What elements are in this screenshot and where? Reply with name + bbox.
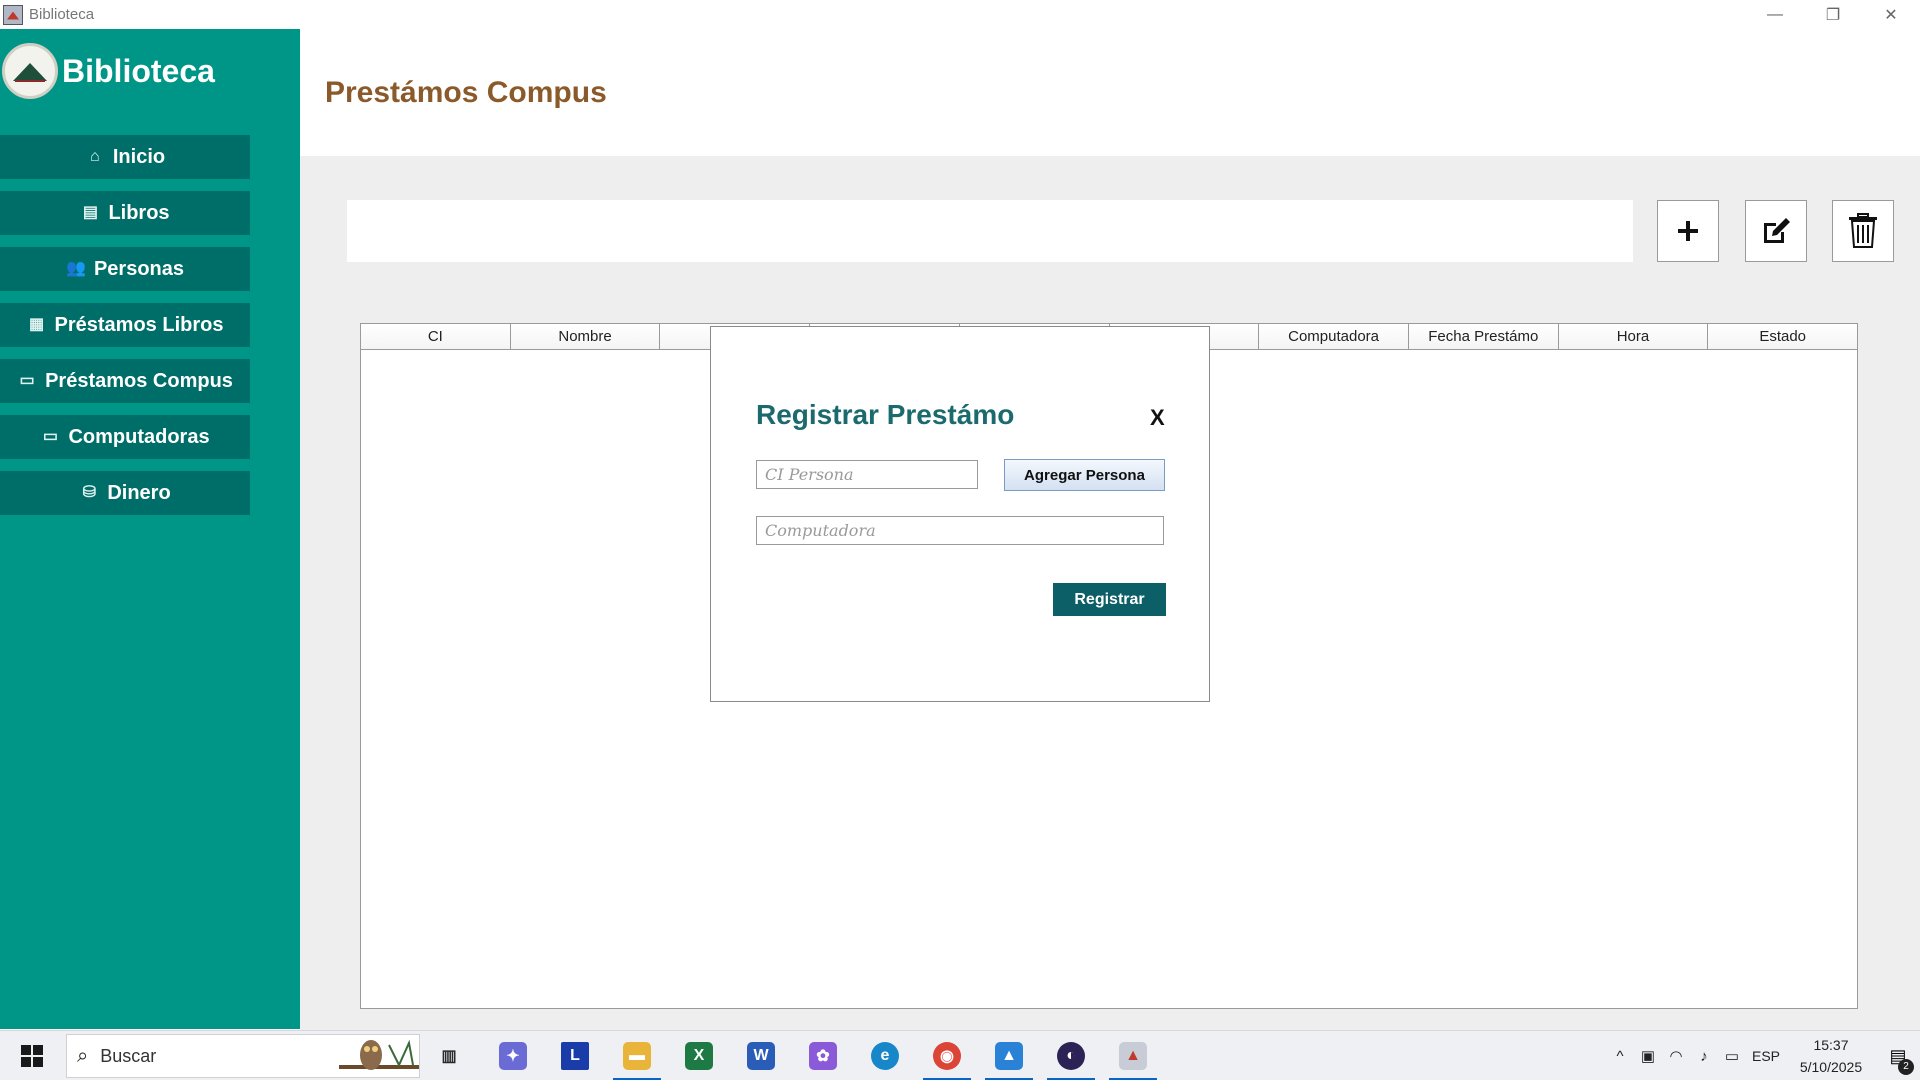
minimize-button[interactable]: — bbox=[1746, 0, 1804, 29]
page-header: Prestámos Compus bbox=[300, 29, 1920, 156]
notifications-button[interactable]: ▤ 2 bbox=[1876, 1046, 1920, 1075]
sidebar-item-computadoras[interactable]: ▭ Computadoras bbox=[0, 415, 250, 459]
system-tray: ^ ▣ ◠ ♪ ▭ ESP 15:37 5/10/2025 ▤ 2 bbox=[1606, 1031, 1920, 1080]
window-titlebar: Biblioteca — ❐ ✕ bbox=[0, 0, 1920, 29]
sidebar-item-dinero[interactable]: ⛁ Dinero bbox=[0, 471, 250, 515]
battery-icon[interactable]: ▭ bbox=[1718, 1047, 1746, 1065]
owl-illustration-icon bbox=[339, 1039, 419, 1070]
java-app-icon: ▲ bbox=[1119, 1042, 1147, 1070]
sidebar-item-libros[interactable]: ▤ Libros bbox=[0, 191, 250, 235]
dialog-title: Registrar Prestámo bbox=[756, 399, 1015, 430]
taskbar-app-file-explorer[interactable]: ▬ bbox=[613, 1037, 661, 1080]
brand: Biblioteca bbox=[2, 43, 215, 99]
home-icon: ⌂ bbox=[90, 148, 100, 165]
taskbar-app-photos[interactable]: ▲ bbox=[985, 1037, 1033, 1080]
m365-icon: ✿ bbox=[809, 1042, 837, 1070]
taskbar-app-m365[interactable]: ✿ bbox=[804, 1037, 842, 1075]
trash-icon bbox=[1849, 213, 1877, 248]
edit-icon bbox=[1764, 218, 1790, 243]
dialog-close-button[interactable]: X bbox=[1150, 405, 1165, 431]
taskbar: ⌕ Buscar ▥ ✦ L ▬ X W ✿ e ◉ ▲ ◐ ▲ ^ ▣ ◠ ♪… bbox=[0, 1030, 1920, 1080]
book-icon: ▤ bbox=[82, 204, 98, 221]
folder-icon: ▬ bbox=[623, 1042, 651, 1070]
taskbar-app-chrome[interactable]: ◉ bbox=[923, 1037, 971, 1080]
sidebar-item-prestamos-libros[interactable]: ▦ Préstamos Libros bbox=[0, 303, 250, 347]
sidebar: Biblioteca ⌂ Inicio ▤ Libros 👥 Personas … bbox=[0, 29, 300, 1029]
plus-icon bbox=[1678, 221, 1698, 241]
clock[interactable]: 15:37 5/10/2025 bbox=[1786, 1034, 1876, 1078]
computadora-input[interactable] bbox=[756, 516, 1164, 545]
sidebar-item-label: Préstamos Compus bbox=[45, 369, 233, 392]
maximize-button[interactable]: ❐ bbox=[1804, 0, 1862, 29]
task-view-icon: ▥ bbox=[441, 1048, 457, 1065]
windows-logo-icon bbox=[21, 1045, 43, 1067]
sidebar-item-label: Dinero bbox=[107, 481, 171, 504]
taskbar-app-edge[interactable]: e bbox=[866, 1037, 904, 1075]
column-header-computadora[interactable]: Computadora bbox=[1259, 324, 1409, 349]
edit-button[interactable] bbox=[1745, 200, 1807, 262]
edge-icon: e bbox=[871, 1042, 899, 1070]
eclipse-icon: ◐ bbox=[1057, 1042, 1085, 1070]
sidebar-item-label: Personas bbox=[93, 257, 185, 280]
window-controls: — ❐ ✕ bbox=[1746, 0, 1920, 29]
money-icon: ⛁ bbox=[82, 484, 97, 501]
copilot-icon: ✦ bbox=[499, 1042, 527, 1070]
column-header-ci[interactable]: CI bbox=[361, 324, 511, 349]
taskbar-app-eclipse[interactable]: ◐ bbox=[1047, 1037, 1095, 1080]
people-icon: 👥 bbox=[66, 260, 86, 277]
taskbar-app-word[interactable]: W bbox=[742, 1037, 780, 1075]
close-window-button[interactable]: ✕ bbox=[1862, 0, 1920, 29]
app-icon bbox=[3, 4, 23, 25]
add-button[interactable] bbox=[1657, 200, 1719, 262]
notification-count-badge: 2 bbox=[1898, 1058, 1914, 1075]
sidebar-item-prestamos-compus[interactable]: ▭ Préstamos Compus bbox=[0, 359, 250, 403]
excel-icon: X bbox=[685, 1042, 713, 1070]
sidebar-nav: ⌂ Inicio ▤ Libros 👥 Personas ▦ Préstamos… bbox=[0, 135, 250, 527]
register-loan-dialog: Registrar Prestámo X Agregar Persona Reg… bbox=[710, 326, 1210, 702]
monitor-icon: ▭ bbox=[42, 428, 58, 445]
taskbar-search[interactable]: ⌕ Buscar bbox=[66, 1034, 420, 1078]
taskbar-app-excel[interactable]: X bbox=[680, 1037, 718, 1075]
sidebar-item-label: Préstamos Libros bbox=[54, 313, 224, 336]
library-logo-icon bbox=[2, 43, 58, 99]
photos-icon: ▲ bbox=[995, 1042, 1023, 1070]
sidebar-item-inicio[interactable]: ⌂ Inicio bbox=[0, 135, 250, 179]
word-icon: W bbox=[747, 1042, 775, 1070]
search-input[interactable] bbox=[347, 200, 1633, 262]
show-hidden-icons-chevron-icon[interactable]: ^ bbox=[1606, 1048, 1634, 1065]
taskbar-app-launcher[interactable]: L bbox=[556, 1037, 594, 1075]
sidebar-item-label: Computadoras bbox=[68, 425, 210, 448]
l-app-icon: L bbox=[561, 1042, 589, 1070]
column-header-fecha-prestamo[interactable]: Fecha Prestámo bbox=[1408, 324, 1559, 349]
sidebar-item-label: Inicio bbox=[112, 145, 166, 168]
add-person-button[interactable]: Agregar Persona bbox=[1004, 459, 1165, 491]
brand-name: Biblioteca bbox=[62, 52, 215, 89]
column-header-estado[interactable]: Estado bbox=[1708, 324, 1858, 349]
page-title: Prestámos Compus bbox=[325, 76, 607, 109]
monitor-icon: ▭ bbox=[19, 372, 35, 389]
sidebar-item-label: Libros bbox=[108, 201, 170, 224]
clipboard-icon: ▦ bbox=[28, 316, 45, 333]
taskbar-app-task-view[interactable]: ▥ bbox=[430, 1037, 468, 1075]
input-language[interactable]: ESP bbox=[1746, 1048, 1786, 1064]
wifi-icon[interactable]: ◠ bbox=[1662, 1047, 1690, 1065]
security-icon[interactable]: ▣ bbox=[1634, 1047, 1662, 1065]
window-title: Biblioteca bbox=[29, 6, 95, 23]
taskbar-search-label: Buscar bbox=[100, 1045, 157, 1066]
clock-date: 5/10/2025 bbox=[1799, 1059, 1863, 1075]
ci-persona-input[interactable] bbox=[756, 460, 978, 489]
taskbar-app-biblioteca[interactable]: ▲ bbox=[1109, 1037, 1157, 1080]
taskbar-app-copilot[interactable]: ✦ bbox=[494, 1037, 532, 1075]
register-button[interactable]: Registrar bbox=[1053, 583, 1166, 616]
volume-icon[interactable]: ♪ bbox=[1690, 1048, 1718, 1065]
column-header-hora[interactable]: Hora bbox=[1558, 324, 1709, 349]
sidebar-item-personas[interactable]: 👥 Personas bbox=[0, 247, 250, 291]
search-icon: ⌕ bbox=[77, 1044, 89, 1067]
chrome-icon: ◉ bbox=[933, 1042, 961, 1070]
start-button[interactable] bbox=[8, 1031, 56, 1080]
delete-button[interactable] bbox=[1832, 200, 1894, 262]
clock-time: 15:37 bbox=[1813, 1037, 1849, 1053]
column-header-nombre[interactable]: Nombre bbox=[510, 324, 661, 349]
